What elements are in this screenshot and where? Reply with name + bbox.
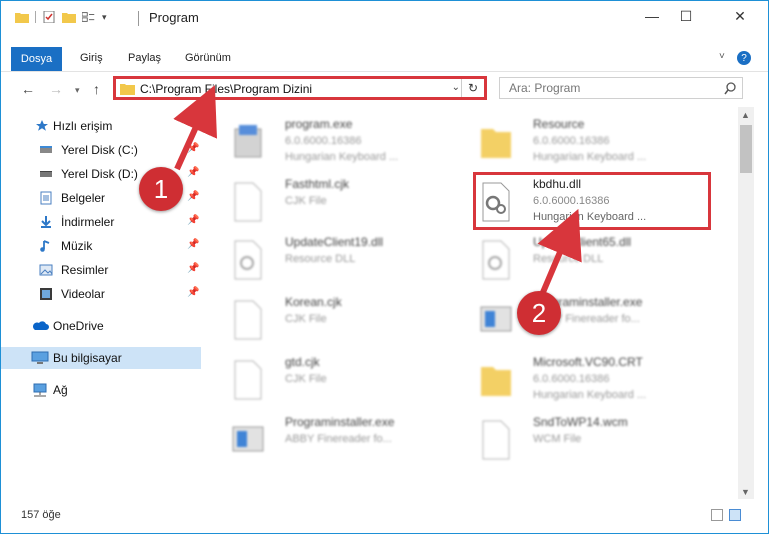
step-badge-2: 2 — [517, 291, 561, 335]
explorer-window: ▾ Program — ☐ ✕ Dosya Giriş Paylaş Görün… — [0, 0, 769, 534]
annotation-arrows — [173, 85, 582, 299]
arrow-to-kbdhu — [537, 208, 582, 299]
step-badge-1: 1 — [139, 167, 183, 211]
arrow-to-address-bar — [173, 85, 217, 171]
